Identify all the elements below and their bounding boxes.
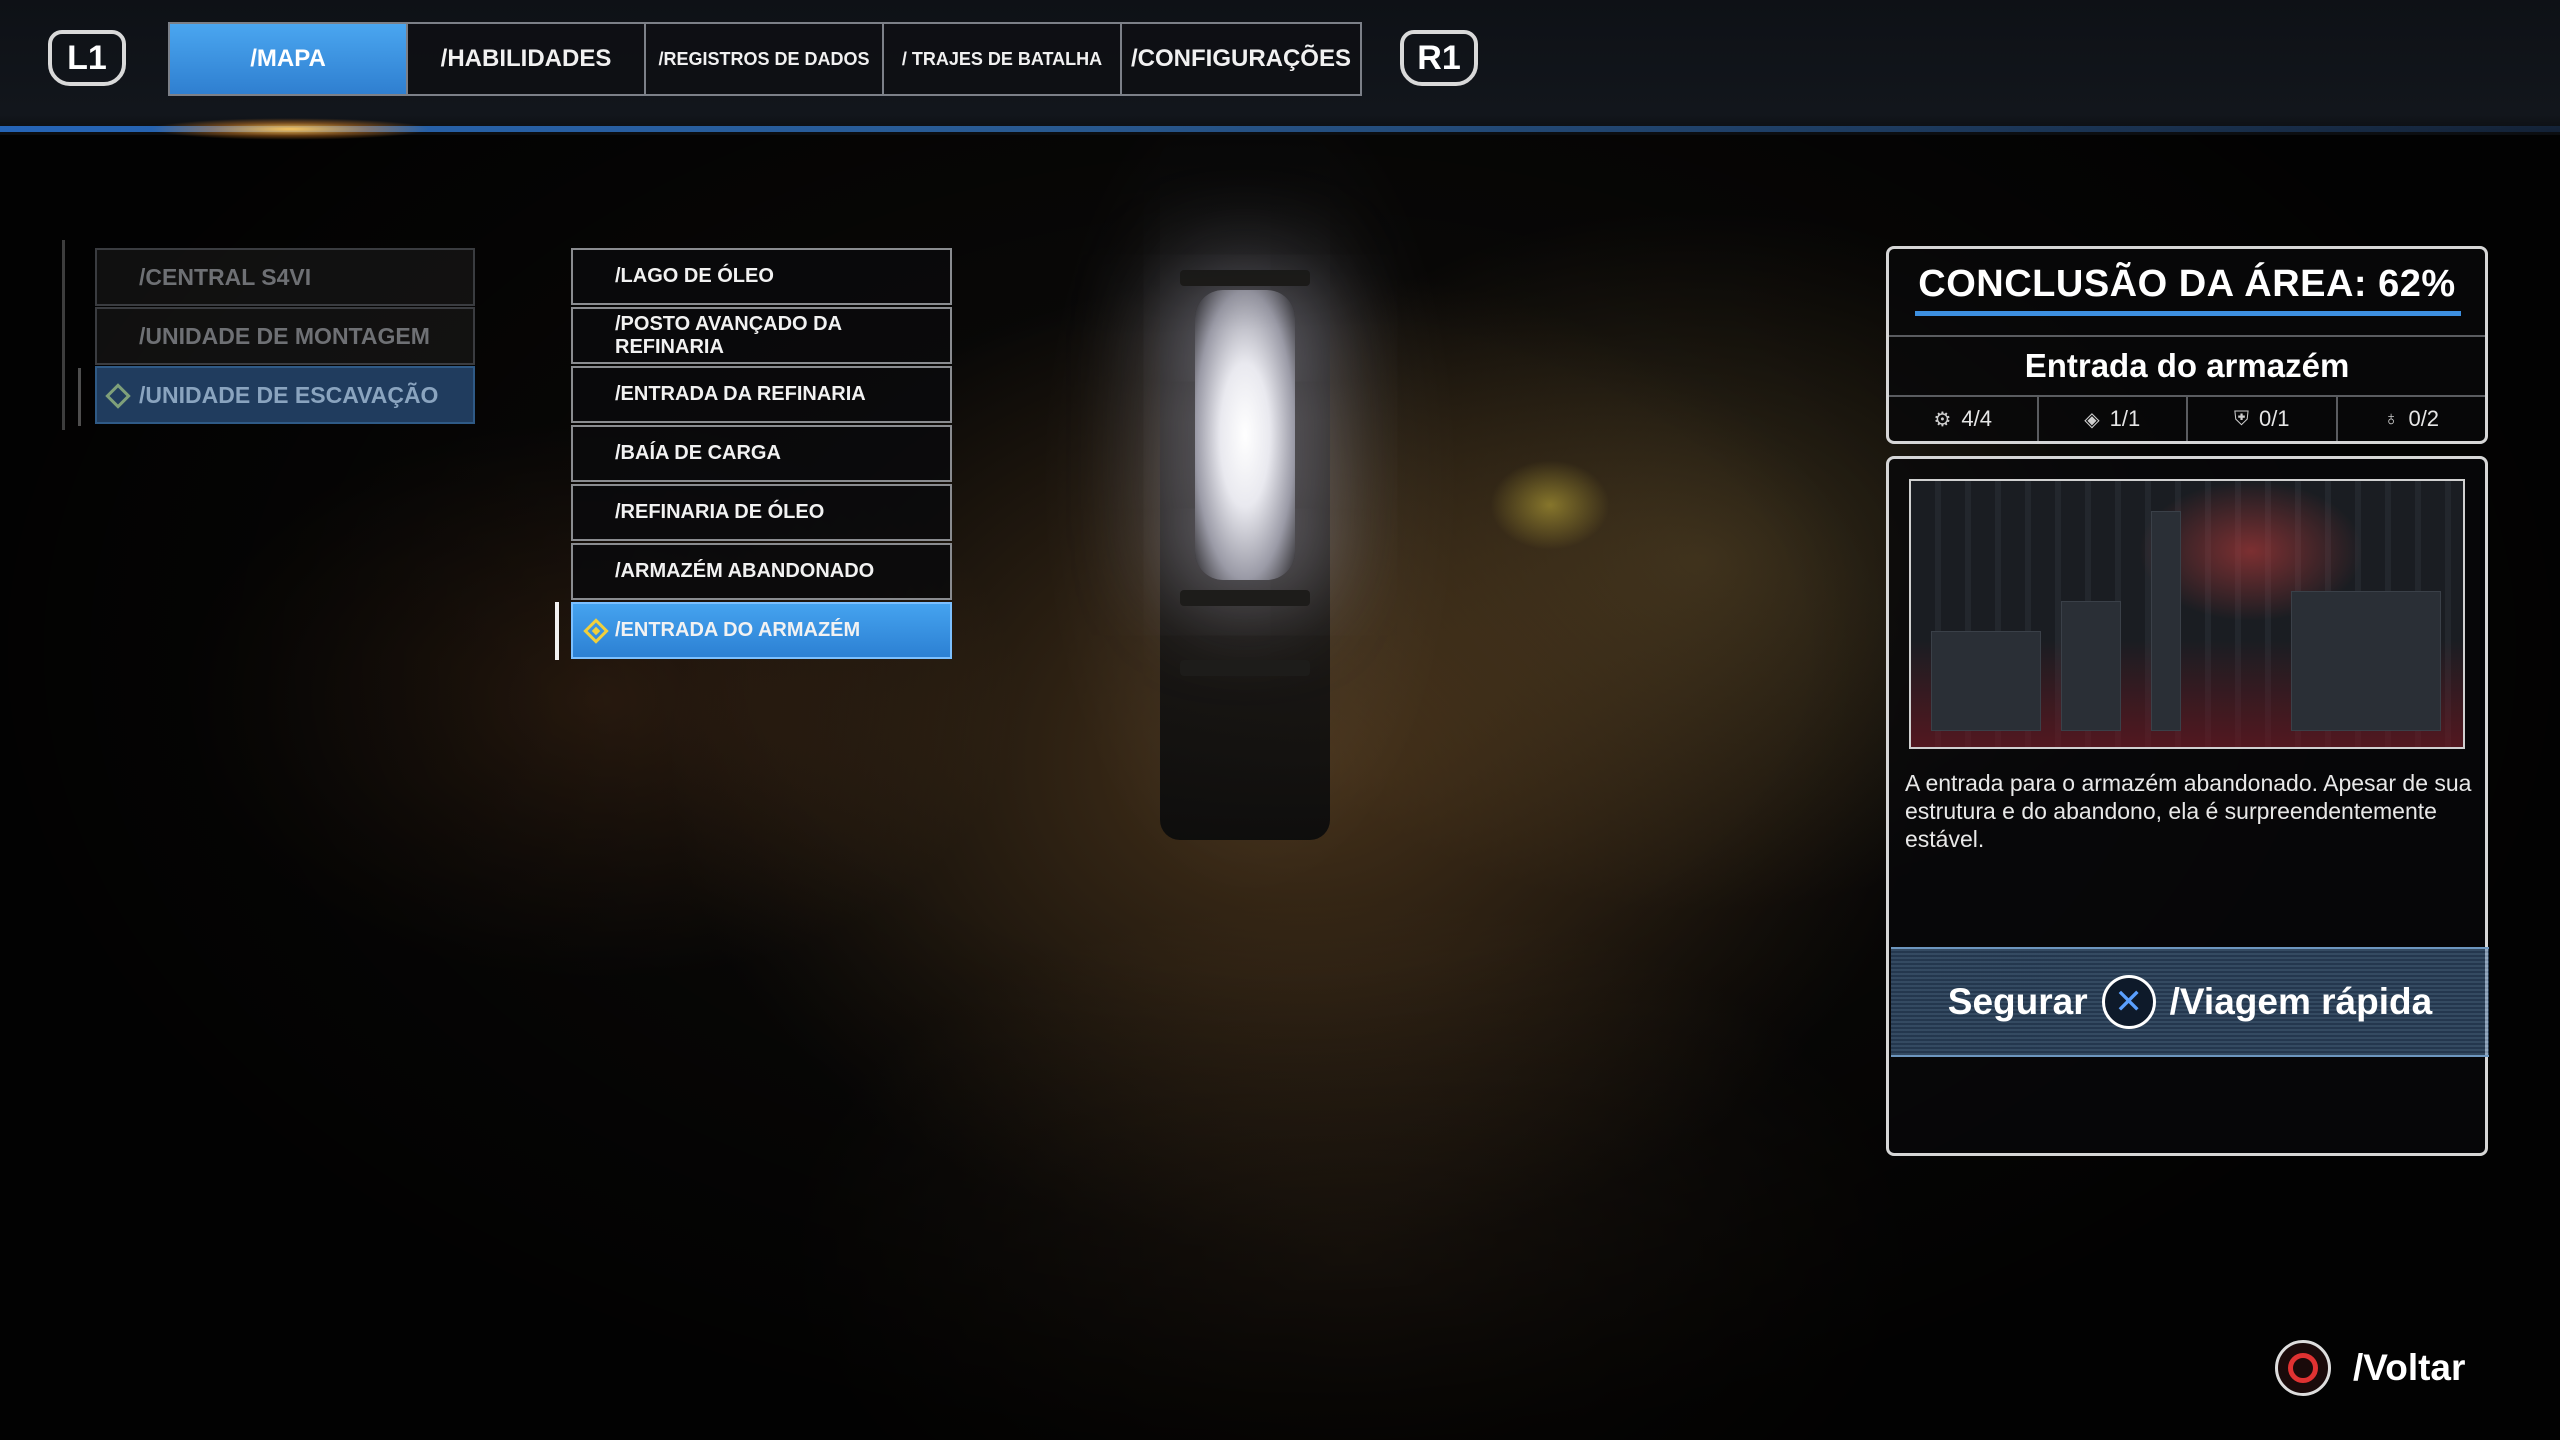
- tab-skills[interactable]: /HABILIDADES: [408, 24, 646, 94]
- cross-button-icon[interactable]: ✕: [2101, 975, 2156, 1029]
- location-item-label: /ENTRADA DA REFINARIA: [615, 383, 866, 405]
- tab-settings[interactable]: /CONFIGURAÇÕES: [1122, 24, 1360, 94]
- preview-shape: [2061, 601, 2121, 731]
- gear-cog-icon: ⚙: [1933, 408, 1952, 431]
- stat-value: 4/4: [1961, 406, 1993, 431]
- preview-shape: [2291, 591, 2441, 731]
- location-item[interactable]: /REFINARIA DE ÓLEO: [571, 484, 952, 541]
- location-item[interactable]: /ARMAZÉM ABANDONADO: [571, 543, 952, 600]
- force-echo-icon: ♁: [2383, 407, 2399, 430]
- location-item-label: /POSTO AVANÇADO DA REFINARIA: [615, 312, 842, 358]
- l1-button[interactable]: L1: [48, 30, 126, 86]
- area-item-assembly-unit[interactable]: /UNIDADE DE MONTAGEM: [95, 307, 475, 365]
- location-item-label: /REFINARIA DE ÓLEO: [615, 501, 825, 523]
- collectibles-stats: ⚙ 4/4 ◈ 1/1 ⛨ 0/1 ♁ 0/2: [1889, 397, 2485, 441]
- completion-underline: [1915, 311, 2461, 316]
- location-item-selected[interactable]: /ENTRADA DO ARMAZÉM: [571, 602, 952, 659]
- fast-travel-hold-label: Segurar: [1947, 981, 2088, 1022]
- menu-tabs: /MAPA /HABILIDADES /REGISTROS DE DADOS /…: [168, 22, 1362, 96]
- area-item-excavation-unit[interactable]: /UNIDADE DE ESCAVAÇÃO: [95, 366, 475, 424]
- stat-chests: ⛨ 0/1: [2188, 397, 2338, 441]
- location-item[interactable]: /POSTO AVANÇADO DA REFINARIA: [571, 307, 952, 364]
- panel-body-frame: A entrada para o armazém abandonado. Ape…: [1886, 456, 2489, 1156]
- area-item-label: /CENTRAL S4VI: [139, 263, 312, 290]
- stat-force-echoes: ♁ 0/2: [2338, 397, 2486, 441]
- location-description: A entrada para o armazém abandonado. Ape…: [1905, 770, 2472, 852]
- chest-icon: ⛨: [2233, 407, 2249, 430]
- location-item-label: /BAÍA DE CARGA: [615, 442, 781, 464]
- location-preview-image: [1909, 479, 2465, 749]
- preview-shape: [2151, 511, 2181, 731]
- r1-button[interactable]: R1: [1400, 30, 1478, 86]
- topbar-flare: [150, 118, 430, 140]
- location-item-label: /LAGO DE ÓLEO: [615, 265, 774, 287]
- location-item[interactable]: /ENTRADA DA REFINARIA: [571, 366, 952, 423]
- panel-body: A entrada para o armazém abandonado. Ape…: [1886, 456, 2489, 1406]
- fast-travel-diamond-icon: [583, 618, 609, 644]
- fast-travel-label: /Viagem rápida: [2169, 981, 2433, 1022]
- back-prompt[interactable]: /Voltar: [2275, 1340, 2465, 1396]
- location-item-label: /ENTRADA DO ARMAZÉM: [615, 619, 861, 641]
- tab-map[interactable]: /MAPA: [170, 24, 408, 94]
- stat-value: 0/1: [2258, 406, 2290, 431]
- location-list: /LAGO DE ÓLEO /POSTO AVANÇADO DA REFINAR…: [571, 248, 952, 661]
- location-name: Entrada do armazém: [1889, 335, 2485, 397]
- stat-value: 1/1: [2109, 406, 2141, 431]
- meditation-point-icon: ◈: [2084, 408, 2100, 431]
- area-item-label: /UNIDADE DE ESCAVAÇÃO: [139, 381, 439, 408]
- area-completion-title: CONCLUSÃO DA ÁREA: 62%: [1918, 262, 2456, 305]
- panel-header: CONCLUSÃO DA ÁREA: 62% Entrada do armazé…: [1886, 246, 2488, 444]
- area-selected-marker: [78, 368, 81, 426]
- circle-button-icon[interactable]: [2275, 1340, 2331, 1396]
- tab-databank[interactable]: /REGISTROS DE DADOS: [646, 24, 884, 94]
- area-item-central-s4vi[interactable]: /CENTRAL S4VI: [95, 248, 475, 306]
- area-list-rail: [62, 240, 65, 430]
- location-item[interactable]: /LAGO DE ÓLEO: [571, 248, 952, 305]
- area-item-label: /UNIDADE DE MONTAGEM: [139, 322, 430, 349]
- meditation-diamond-icon: [105, 383, 131, 409]
- area-list: /CENTRAL S4VI /UNIDADE DE MONTAGEM /UNID…: [95, 248, 475, 425]
- tab-battle-suits[interactable]: / TRAJES DE BATALHA: [884, 24, 1122, 94]
- stat-gears: ⚙ 4/4: [1889, 397, 2039, 441]
- stat-meditation: ◈ 1/1: [2039, 397, 2188, 441]
- location-item-label: /ARMAZÉM ABANDONADO: [615, 560, 875, 582]
- preview-shape: [1931, 631, 2041, 731]
- circle-ring: [2288, 1353, 2318, 1383]
- location-item[interactable]: /BAÍA DE CARGA: [571, 425, 952, 482]
- top-navigation-bar: L1 /MAPA /HABILIDADES /REGISTROS DE DADO…: [0, 0, 2560, 140]
- location-selected-marker: [555, 602, 559, 660]
- location-info-panel: CONCLUSÃO DA ÁREA: 62% Entrada do armazé…: [1886, 246, 2489, 1156]
- stat-value: 0/2: [2408, 406, 2440, 431]
- fast-travel-prompt[interactable]: Segurar ✕ /Viagem rápida: [1891, 947, 2489, 1057]
- back-label: /Voltar: [2353, 1347, 2466, 1388]
